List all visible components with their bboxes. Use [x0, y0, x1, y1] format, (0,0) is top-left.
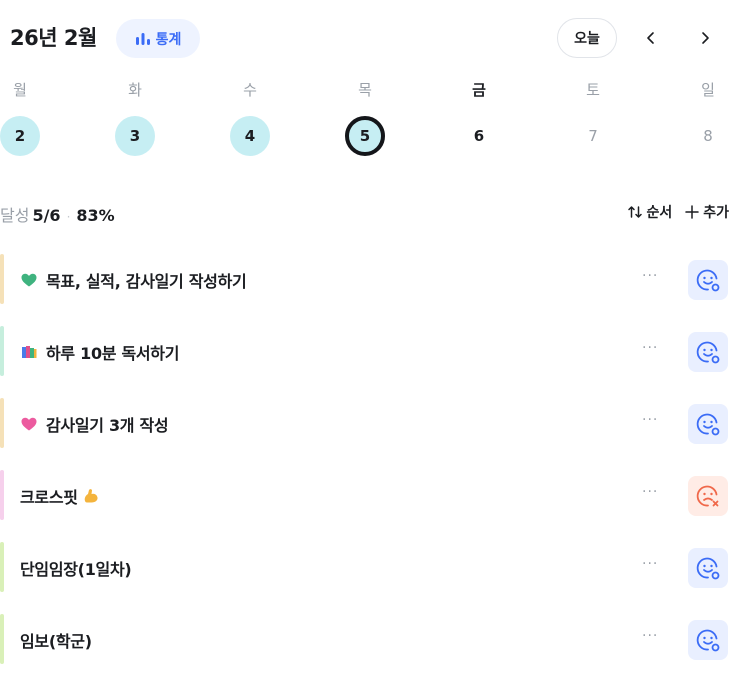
status-button[interactable] [688, 404, 728, 444]
weekday-label: 일 [701, 81, 715, 99]
day-number: 7 [588, 127, 598, 145]
day-sun[interactable]: 일 8 [685, 80, 731, 156]
day-mon[interactable]: 월 2 [0, 80, 43, 156]
task-title: 하루 10분 독서하기 [46, 344, 180, 363]
day-thu[interactable]: 목 5 [342, 80, 388, 156]
task-color-bar [0, 398, 4, 448]
week-strip: 월 2 화 3 수 4 목 5 금 6 토 7 일 8 [0, 80, 739, 160]
weekday-label: 화 [128, 81, 142, 99]
task-color-bar [0, 254, 4, 304]
day-tue[interactable]: 화 3 [112, 80, 158, 156]
stats-button[interactable]: 통계 [116, 19, 200, 58]
flexed-biceps-icon [84, 489, 98, 503]
today-button[interactable]: 오늘 [557, 18, 617, 58]
smile-face-icon [696, 557, 720, 580]
sad-face-icon [696, 485, 719, 507]
task-item[interactable]: 단임임장(1일차) ··· [0, 528, 739, 600]
smile-face-icon [696, 341, 720, 364]
pink-heart-icon [21, 417, 37, 431]
task-title: 임보(학군) [20, 632, 92, 651]
day-wed[interactable]: 수 4 [227, 80, 273, 156]
status-button[interactable] [688, 476, 728, 516]
sort-order-button[interactable]: 순서 [627, 202, 672, 222]
chevron-left-icon [647, 32, 654, 44]
page-title: 26년 2월 [10, 26, 97, 50]
weekday-label: 수 [243, 81, 257, 99]
more-options-button[interactable]: ··· [642, 484, 658, 500]
status-button[interactable] [688, 332, 728, 372]
bar-chart-icon [135, 32, 150, 45]
task-item[interactable]: 임보(학군) ··· [0, 600, 739, 672]
sort-order-label: 순서 [646, 205, 673, 221]
day-number: 2 [0, 116, 40, 156]
weekday-label: 목 [358, 81, 372, 99]
smile-face-icon [696, 269, 720, 292]
prev-week-button[interactable] [633, 20, 669, 56]
status-button[interactable] [688, 260, 728, 300]
green-heart-icon [21, 273, 37, 287]
calendar-header: 26년 2월 통계 오늘 [0, 0, 739, 80]
task-item[interactable]: 목표, 실적, 감사일기 작성하기 ··· [0, 240, 739, 312]
task-color-bar [0, 326, 4, 376]
achievement-summary: 달성 5/6 · 83% [0, 202, 115, 226]
task-title: 감사일기 3개 작성 [46, 416, 169, 435]
more-options-button[interactable]: ··· [642, 268, 658, 284]
weekday-label: 월 [13, 81, 27, 99]
next-week-button[interactable] [687, 20, 723, 56]
sort-arrows-icon [628, 206, 643, 218]
task-title: 단임임장(1일차) [20, 560, 132, 579]
status-button[interactable] [688, 548, 728, 588]
plus-icon [685, 205, 699, 219]
chevron-right-icon [702, 32, 709, 44]
task-item[interactable]: 감사일기 3개 작성 ··· [0, 384, 739, 456]
add-task-button[interactable]: 추가 [684, 202, 729, 222]
day-fri[interactable]: 금 6 [456, 80, 502, 156]
summary-count: 5/6 [32, 206, 61, 225]
summary-label: 달성 [0, 206, 30, 225]
task-item[interactable]: 하루 10분 독서하기 ··· [0, 312, 739, 384]
more-options-button[interactable]: ··· [642, 412, 658, 428]
weekday-label: 토 [586, 81, 600, 99]
smile-face-icon [696, 413, 720, 436]
list-actions: 순서 추가 [627, 202, 729, 222]
day-number: 5 [345, 116, 385, 156]
task-title: 목표, 실적, 감사일기 작성하기 [46, 272, 247, 291]
task-title: 크로스핏 [20, 488, 78, 507]
day-number: 4 [230, 116, 270, 156]
weekday-label: 금 [472, 81, 486, 99]
summary-percent: 83% [76, 206, 115, 225]
task-color-bar [0, 470, 4, 520]
more-options-button[interactable]: ··· [642, 628, 658, 644]
smile-face-icon [696, 629, 720, 652]
summary-separator: · [66, 210, 71, 224]
more-options-button[interactable]: ··· [642, 340, 658, 356]
more-options-button[interactable]: ··· [642, 556, 658, 572]
day-sat[interactable]: 토 7 [570, 80, 616, 156]
day-number: 6 [473, 127, 485, 145]
task-color-bar [0, 542, 4, 592]
day-number: 8 [703, 127, 713, 145]
task-item[interactable]: 크로스핏 ··· [0, 456, 739, 528]
stats-label: 통계 [155, 31, 182, 48]
add-task-label: 추가 [703, 205, 729, 221]
status-button[interactable] [688, 620, 728, 660]
task-color-bar [0, 614, 4, 664]
day-number: 3 [115, 116, 155, 156]
books-icon [22, 346, 37, 358]
